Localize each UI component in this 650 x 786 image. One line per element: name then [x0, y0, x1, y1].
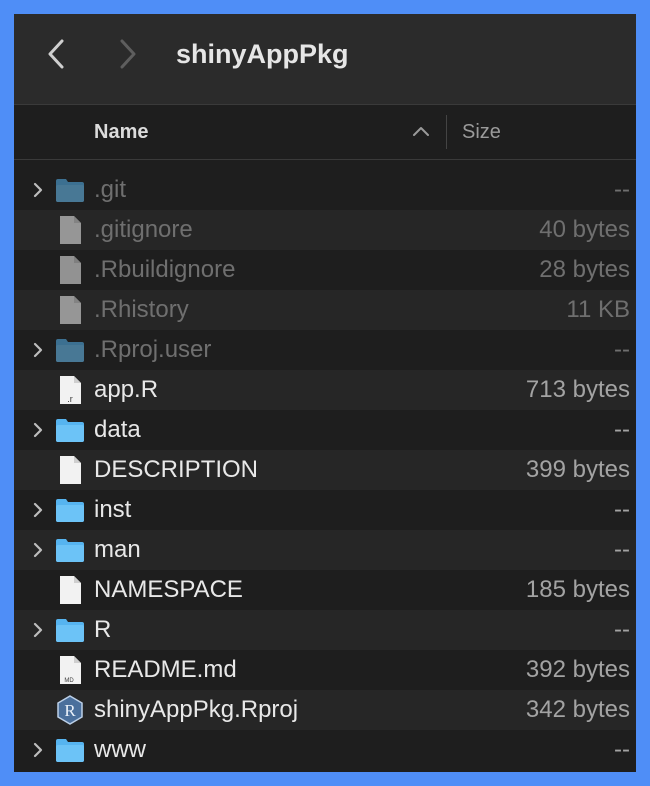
document-icon — [54, 214, 86, 251]
file-row[interactable]: www -- — [14, 730, 636, 770]
column-divider[interactable] — [446, 115, 447, 149]
file-row[interactable]: .gitignore 40 bytes — [14, 210, 636, 250]
document-icon — [54, 574, 86, 611]
file-size: 40 bytes — [539, 216, 630, 243]
file-size: 11 KB — [566, 296, 630, 323]
file-row[interactable]: .r app.R 713 bytes — [14, 370, 636, 410]
file-row[interactable]: .git -- — [14, 170, 636, 210]
folder-icon — [54, 334, 86, 371]
disclosure-triangle-icon[interactable] — [32, 501, 44, 519]
name-column-header[interactable]: Name — [94, 105, 148, 159]
chevron-right-icon — [120, 39, 136, 69]
file-size: -- — [614, 496, 630, 523]
file-size: -- — [614, 616, 630, 643]
file-name: .gitignore — [94, 216, 193, 243]
file-name: DESCRIPTION — [94, 456, 259, 483]
file-name: www — [94, 736, 146, 763]
file-row[interactable]: MD README.md 392 bytes — [14, 650, 636, 690]
back-button[interactable] — [38, 36, 74, 72]
file-name: R — [94, 616, 112, 643]
markdown-file-icon: MD — [54, 654, 86, 691]
file-size: -- — [614, 416, 630, 443]
file-name: NAMESPACE — [94, 576, 243, 603]
folder-icon — [54, 534, 86, 571]
file-row[interactable]: data -- — [14, 410, 636, 450]
disclosure-triangle-icon[interactable] — [32, 421, 44, 439]
forward-button[interactable] — [110, 36, 146, 72]
size-column-header[interactable]: Size — [462, 105, 501, 159]
file-row[interactable]: NAMESPACE 185 bytes — [14, 570, 636, 610]
folder-icon — [54, 494, 86, 531]
file-size: -- — [614, 176, 630, 203]
folder-icon — [54, 174, 86, 211]
disclosure-triangle-icon[interactable] — [32, 541, 44, 559]
file-size: -- — [614, 736, 630, 763]
file-list: .git -- .gitignore 40 bytes .Rbuildignore 28 … — [14, 170, 636, 770]
column-header: Name Size — [14, 105, 636, 160]
window-title: shinyAppPkg — [176, 39, 349, 69]
file-row[interactable]: .Rbuildignore 28 bytes — [14, 250, 636, 290]
file-size: 392 bytes — [525, 656, 630, 683]
disclosure-triangle-icon[interactable] — [32, 341, 44, 359]
document-icon — [54, 254, 86, 291]
sort-ascending-icon[interactable] — [412, 125, 430, 137]
file-name: inst — [94, 496, 132, 523]
rproject-icon: R — [54, 694, 86, 731]
file-size: 399 bytes — [525, 456, 630, 483]
svg-text:R: R — [64, 701, 76, 720]
file-size: 342 bytes — [525, 696, 630, 723]
file-size: 28 bytes — [539, 256, 630, 283]
file-row[interactable]: man -- — [14, 530, 636, 570]
disclosure-triangle-icon[interactable] — [32, 621, 44, 639]
file-name: shinyAppPkg.Rproj — [94, 696, 299, 723]
file-row[interactable]: .Rproj.user -- — [14, 330, 636, 370]
file-name: data — [94, 416, 141, 443]
document-icon — [54, 454, 86, 491]
file-name: .git — [94, 176, 127, 203]
file-name: man — [94, 536, 141, 563]
svg-text:.r: .r — [67, 394, 73, 404]
file-row[interactable]: R -- — [14, 610, 636, 650]
folder-icon — [54, 734, 86, 771]
file-name: .Rhistory — [94, 296, 189, 323]
svg-text:MD: MD — [64, 678, 74, 684]
file-size: -- — [614, 536, 630, 563]
finder-window: shinyAppPkg Name Size .git -- .gitignore 40… — [14, 14, 636, 772]
toolbar: shinyAppPkg — [14, 14, 636, 105]
file-row[interactable]: DESCRIPTION 399 bytes — [14, 450, 636, 490]
disclosure-triangle-icon[interactable] — [32, 741, 44, 759]
file-size: 713 bytes — [525, 376, 630, 403]
file-name: .Rbuildignore — [94, 256, 236, 283]
folder-icon — [54, 614, 86, 651]
r-script-file-icon: .r — [54, 374, 86, 411]
chevron-left-icon — [48, 39, 64, 69]
file-row[interactable]: inst -- — [14, 490, 636, 530]
folder-icon — [54, 414, 86, 451]
file-name: .Rproj.user — [94, 336, 212, 363]
disclosure-triangle-icon[interactable] — [32, 181, 44, 199]
file-row[interactable]: .Rhistory 11 KB — [14, 290, 636, 330]
file-name: README.md — [94, 656, 237, 683]
file-size: 185 bytes — [525, 576, 630, 603]
file-size: -- — [614, 336, 630, 363]
file-name: app.R — [94, 376, 159, 403]
document-icon — [54, 294, 86, 331]
file-row[interactable]: RshinyAppPkg.Rproj 342 bytes — [14, 690, 636, 730]
